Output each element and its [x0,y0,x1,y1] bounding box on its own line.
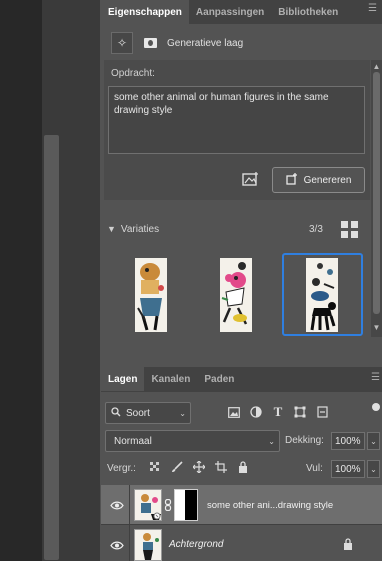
smart-object-filter-icon[interactable] [315,405,329,419]
selected-variation-frame [282,253,363,336]
generate-icon [285,172,298,188]
layer-thumbnail[interactable] [134,529,162,561]
filter-toggle-icon[interactable] [372,403,380,411]
layer-type-label: Generatieve laag [167,37,244,49]
tab-eigenschappen[interactable]: Eigenschappen [101,0,189,24]
tab-kanalen[interactable]: Kanalen [144,367,197,391]
scrollbar-thumb[interactable] [373,72,380,314]
layer-name[interactable]: Achtergrond [169,539,223,550]
type-filter-icon[interactable]: T [271,404,285,419]
scroll-down-icon[interactable]: ▼ [372,323,381,332]
shape-filter-icon[interactable] [293,405,307,419]
tab-paden[interactable]: Paden [197,367,241,391]
layer-divider [129,485,130,525]
layer-filter-icons: T [227,404,329,419]
layer-mask-thumbnail[interactable] [174,489,198,521]
layer-name[interactable]: some other ani...drawing style [207,500,333,511]
generate-button[interactable]: Genereren [272,167,365,193]
fill-input[interactable]: 100% [331,460,365,478]
variations-header[interactable]: ▼ Variaties 3/3 [107,221,365,238]
variation-thumbnail-2[interactable] [220,258,252,332]
layer-divider [129,525,130,561]
properties-header: ✧ Generatieve laag [111,32,243,54]
search-icon [111,406,121,420]
properties-tabbar: Eigenschappen Aanpassingen Bibliotheken … [101,0,382,24]
properties-scrollbar[interactable]: ▲ ▼ [371,60,382,337]
lock-all-icon[interactable] [236,460,250,474]
reference-image-icon[interactable] [242,171,260,187]
layer-row[interactable]: some other ani...drawing style [101,485,382,525]
chevron-down-icon: ⌄ [179,408,186,418]
visibility-eye-icon[interactable] [110,540,124,550]
layer-row[interactable]: Achtergrond [101,525,382,561]
variations-count: 3/3 [309,223,323,235]
fill-label: Vul: [306,463,323,474]
lock-icons [148,460,250,474]
opacity-dropdown-icon[interactable]: ⌄ [367,432,380,450]
chevron-down-icon: ⌄ [268,436,275,446]
right-panel: Eigenschappen Aanpassingen Bibliotheken … [101,0,382,561]
lock-brush-icon[interactable] [170,460,184,474]
fill-dropdown-icon[interactable]: ⌄ [367,460,380,478]
opacity-input[interactable]: 100% [331,432,365,450]
tab-bibliotheken[interactable]: Bibliotheken [271,0,345,24]
adjustment-filter-icon[interactable] [249,405,263,419]
lock-artboard-icon[interactable] [214,460,228,474]
canvas-area-edge [0,0,42,561]
prompt-input[interactable]: some other animal or human figures in th… [108,86,365,154]
layer-filter-value: Soort [126,407,150,419]
generate-button-label: Genereren [303,174,352,186]
scroll-up-icon[interactable]: ▲ [372,62,381,71]
panel-menu-icon[interactable]: ☰ [368,3,380,14]
tab-lagen[interactable]: Lagen [101,367,145,391]
lock-label: Vergr.: [107,463,136,474]
lock-icon[interactable] [343,538,355,552]
tab-aanpassingen[interactable]: Aanpassingen [189,0,271,24]
blend-mode-value: Normaal [114,435,152,447]
variations-label: Variaties [120,223,160,235]
image-filter-icon[interactable] [227,405,241,419]
layers-tabbar: Lagen Kanalen Paden ☰ [101,367,382,392]
layer-filter-select[interactable]: Soort ⌄ [105,402,191,424]
layer-mask-icon[interactable] [139,32,161,54]
chevron-down-icon[interactable]: ▼ [107,224,116,234]
lock-position-icon[interactable] [192,460,206,474]
opacity-label: Dekking: [285,435,324,446]
generative-wand-icon[interactable]: ✧ [111,32,133,54]
blend-mode-select[interactable]: Normaal ⌄ [105,430,280,452]
canvas-scrollbar[interactable] [44,135,59,560]
variation-thumbnail-1[interactable] [135,258,167,332]
layer-thumbnail[interactable] [134,489,162,521]
lock-transparency-icon[interactable] [148,460,162,474]
grid-view-icon[interactable] [341,221,358,238]
link-icon[interactable] [164,498,172,512]
prompt-label: Opdracht: [111,68,155,79]
layers-menu-icon[interactable]: ☰ [371,372,380,383]
visibility-eye-icon[interactable] [110,500,124,510]
